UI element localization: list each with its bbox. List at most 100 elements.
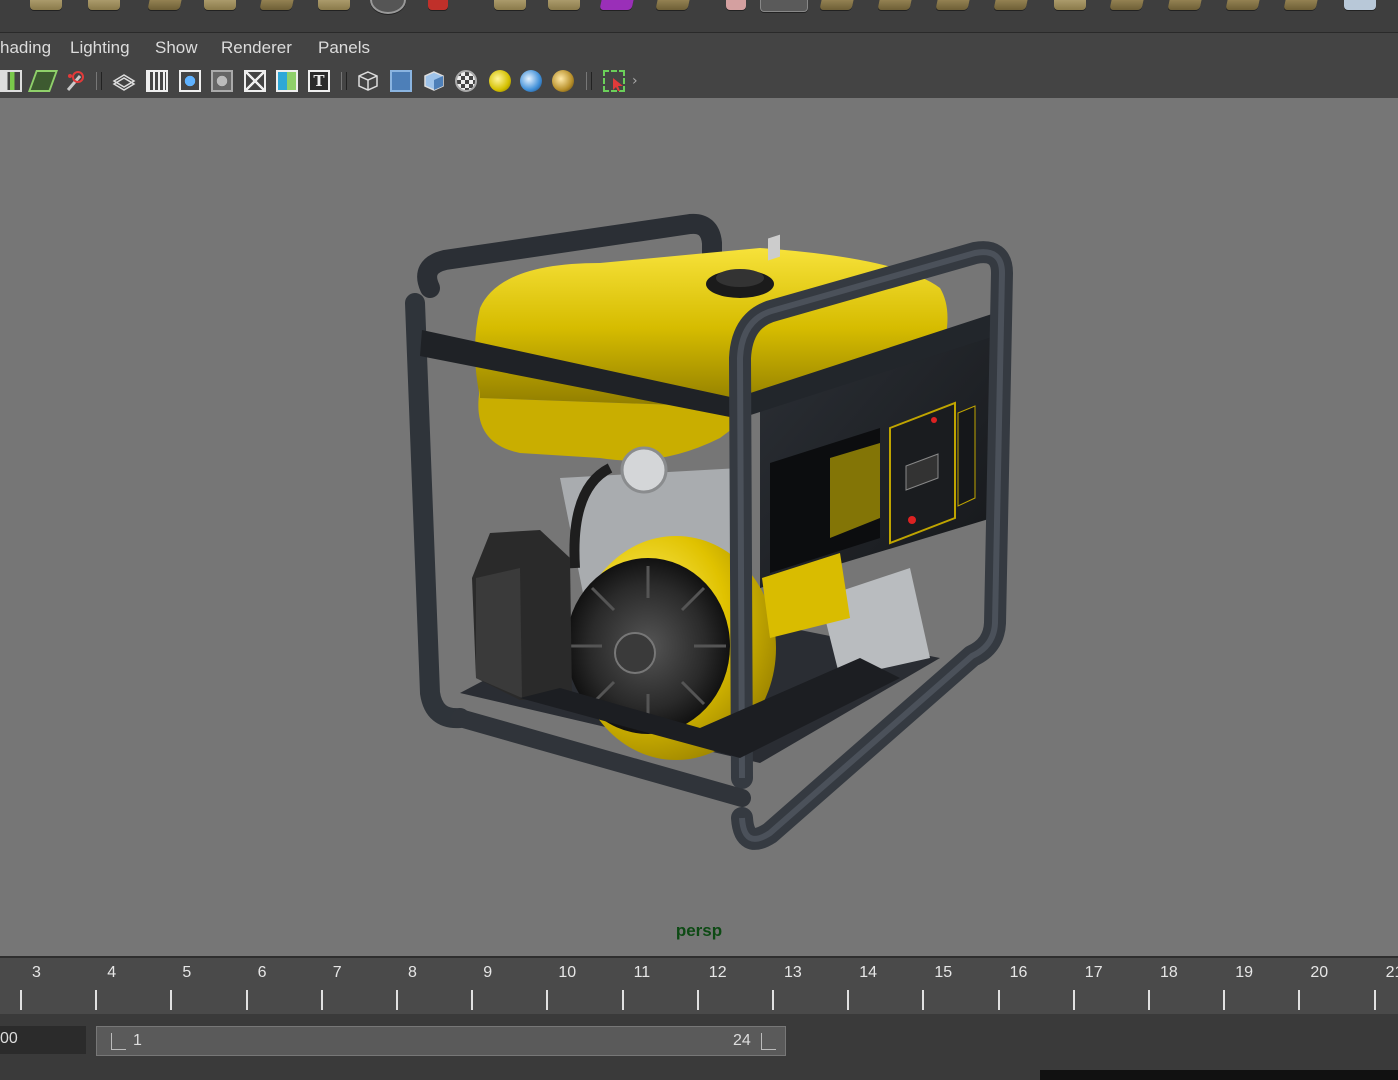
panel-menubar: hading Lighting Show Renderer Panels xyxy=(0,33,1398,64)
timeline-tick-label: 5 xyxy=(182,964,192,981)
shelf-tool-icon[interactable] xyxy=(760,0,808,12)
menu-lighting[interactable]: Lighting xyxy=(70,38,130,58)
shelf-tool-icon[interactable] xyxy=(1109,0,1147,10)
shelf-tool-icon[interactable] xyxy=(1344,0,1376,10)
shelf-tool-icon[interactable] xyxy=(204,0,236,10)
timeline-tick-label: 8 xyxy=(408,964,417,981)
shelf-tool-icon[interactable] xyxy=(548,0,580,10)
shelf-tool-icon[interactable] xyxy=(259,0,297,10)
timeline-tick-label: 14 xyxy=(859,964,877,981)
shelf-tool-icon[interactable] xyxy=(935,0,973,10)
timeline-tick xyxy=(20,990,22,1010)
timeline-tick xyxy=(320,990,323,1010)
timeline-tick-label: 18 xyxy=(1160,964,1178,981)
shelf-tool-icon[interactable] xyxy=(88,0,120,10)
panel-toolbar: T › xyxy=(0,64,1398,99)
shelf-tool-icon[interactable] xyxy=(1167,0,1205,10)
timeline-tick xyxy=(245,990,248,1010)
timeline-tick-label: 7 xyxy=(332,964,342,981)
shelf-tool-icon[interactable] xyxy=(726,0,746,10)
timeline-tick xyxy=(1072,990,1075,1010)
range-start-label: 1 xyxy=(133,1032,142,1049)
timeline-tick xyxy=(546,990,549,1010)
shelf-tool-icon[interactable] xyxy=(147,0,185,10)
shelf-tool-icon[interactable] xyxy=(1225,0,1263,10)
menu-panels[interactable]: Panels xyxy=(318,38,370,58)
shelf-tool-icon[interactable] xyxy=(655,0,693,10)
shelf-tool-icon[interactable] xyxy=(428,0,448,10)
shelf-tool-icon[interactable] xyxy=(1054,0,1086,10)
timeline-tick-label: 4 xyxy=(107,964,117,981)
menu-shading[interactable]: hading xyxy=(0,38,51,58)
grid-toggle-icon[interactable] xyxy=(112,70,136,92)
shelf xyxy=(0,0,1398,33)
timeline-tick-label: 11 xyxy=(633,964,651,981)
range-slider-bar: 00 1 24 xyxy=(0,1014,1398,1080)
range-end-handle[interactable] xyxy=(761,1033,776,1050)
timeline-tick xyxy=(471,990,474,1010)
timeline-tick-label: 16 xyxy=(1009,964,1028,981)
menu-renderer[interactable]: Renderer xyxy=(221,38,292,58)
shelf-tool-icon[interactable] xyxy=(30,0,62,10)
command-line-strip xyxy=(1040,1070,1398,1080)
image-plane-icon[interactable] xyxy=(64,70,86,92)
resolution-gate-icon[interactable] xyxy=(179,70,201,92)
viewport-persp[interactable]: persp xyxy=(0,98,1398,956)
checker-texture-icon[interactable] xyxy=(455,70,477,92)
isolate-select-icon[interactable] xyxy=(603,70,625,92)
shadows-icon[interactable] xyxy=(552,70,574,92)
timeline-tick xyxy=(922,990,925,1010)
shelf-tool-icon[interactable] xyxy=(494,0,526,10)
timeline-tick-label: 21 xyxy=(1385,964,1398,981)
timeline-tick xyxy=(1148,990,1150,1010)
shelf-tool-icon[interactable] xyxy=(599,0,637,10)
shelf-tool-icon[interactable] xyxy=(819,0,857,10)
timeline-tick xyxy=(847,990,850,1010)
timeline-tick xyxy=(1373,990,1376,1010)
timeline-tick xyxy=(772,990,774,1010)
range-end-label: 24 xyxy=(733,1032,751,1049)
timeline-tick xyxy=(396,990,398,1010)
timeline-tick-label: 19 xyxy=(1235,964,1253,981)
timeline-tick xyxy=(1298,990,1301,1010)
safe-action-icon[interactable] xyxy=(244,70,266,92)
generator-model xyxy=(405,213,1013,850)
timeline-tick-label: 17 xyxy=(1084,964,1103,981)
shelf-tool-icon[interactable] xyxy=(370,0,406,14)
menu-show[interactable]: Show xyxy=(155,38,198,58)
timeline-tick xyxy=(997,990,1000,1010)
shelf-tool-icon[interactable] xyxy=(318,0,350,10)
timeline-tick-label: 6 xyxy=(257,964,267,981)
shelf-tool-icon[interactable] xyxy=(877,0,915,10)
timeline-tick xyxy=(170,990,173,1010)
default-light-icon[interactable] xyxy=(489,70,511,92)
timeline-tick-label: 10 xyxy=(558,964,577,981)
wireframe-icon[interactable] xyxy=(357,70,379,92)
timeline-tick xyxy=(95,990,98,1010)
start-time-field[interactable]: 00 xyxy=(0,1026,86,1054)
smooth-shade-icon[interactable] xyxy=(390,70,412,92)
all-lights-icon[interactable] xyxy=(520,70,542,92)
timeline-tick-label: 15 xyxy=(934,964,953,981)
timeline-tick xyxy=(1223,990,1226,1010)
timeline-tick xyxy=(621,990,624,1010)
time-slider[interactable]: 3 4 5 6 7 8 9 10 11 12 13 14 15 16 17 18 19 20 21 xyxy=(0,956,1398,1016)
playback-range-slider[interactable]: 1 24 xyxy=(96,1026,786,1056)
shelf-tool-icon[interactable] xyxy=(993,0,1031,10)
field-chart-icon[interactable] xyxy=(211,70,233,92)
timeline-tick-label: 13 xyxy=(784,964,802,981)
shelf-bookmark-icon[interactable] xyxy=(0,70,22,92)
timeline-tick xyxy=(696,990,699,1010)
camera-label: persp xyxy=(675,921,723,940)
film-gate-icon[interactable] xyxy=(146,70,168,92)
texture-icon[interactable]: T xyxy=(308,70,330,92)
range-start-handle[interactable] xyxy=(111,1033,126,1050)
flat-shade-icon[interactable] xyxy=(423,70,445,92)
timeline-tick-label: 12 xyxy=(708,964,727,981)
chevron-right-icon[interactable]: › xyxy=(632,70,642,92)
timeline-tick-label: 9 xyxy=(483,964,493,981)
shelf-tool-icon[interactable] xyxy=(1283,0,1321,10)
safe-title-icon[interactable] xyxy=(276,70,298,92)
timeline-tick-label: 20 xyxy=(1310,964,1329,981)
camera-attr-icon[interactable] xyxy=(27,70,59,92)
